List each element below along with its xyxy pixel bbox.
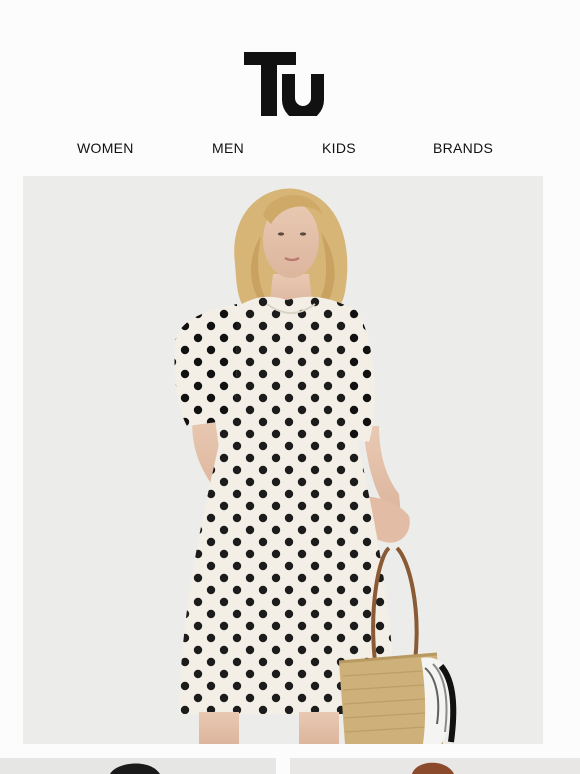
nav-item-brands[interactable]: BRANDS [433, 138, 493, 158]
product-thumbnail-right[interactable] [290, 758, 580, 774]
thumbnail-illustration-left [0, 758, 276, 774]
tu-logo[interactable]: Tu [244, 52, 324, 116]
hero-image[interactable] [23, 176, 543, 744]
nav-item-men[interactable]: MEN [212, 138, 244, 158]
nav-item-women[interactable]: WOMEN [77, 138, 134, 158]
nav-item-kids[interactable]: KIDS [322, 138, 356, 158]
email-page: Tu WOMEN MEN KIDS BRANDS [0, 0, 580, 774]
product-thumbnail-left[interactable] [0, 758, 276, 774]
main-nav: WOMEN MEN KIDS BRANDS [0, 138, 580, 158]
hero-illustration [23, 176, 543, 744]
thumbnail-illustration-right [290, 758, 580, 774]
